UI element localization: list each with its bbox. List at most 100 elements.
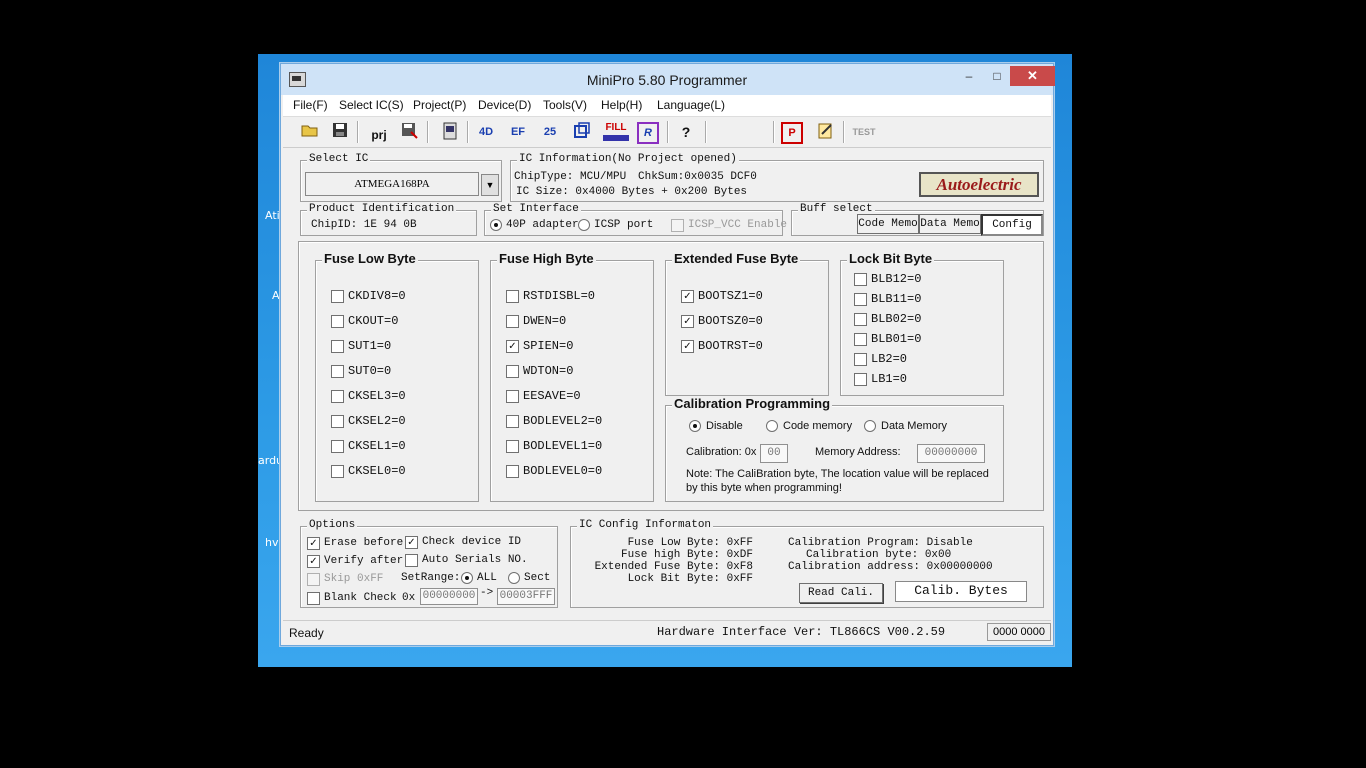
verify-icon[interactable] [571, 122, 593, 142]
config-panel: Fuse Low Byte CKDIV8=0 CKOUT=0 SUT1=0 SUT0=… [298, 241, 1044, 511]
ic-information-group: IC Information(No Project opened) ChipTy… [510, 153, 1044, 202]
calibration-value-field[interactable]: 00 [760, 444, 788, 463]
fuse-low-checkbox[interactable] [331, 340, 344, 353]
config-extended-fuse: Extended Fuse Byte: 0xF8 [594, 561, 753, 573]
read-device-icon[interactable]: 4D [475, 122, 497, 142]
fuse-high-label: RSTDISBL=0 [523, 289, 596, 303]
setrange-label: SetRange: [401, 572, 461, 584]
calib-data-memory-label: Data Memory [881, 420, 948, 432]
close-button[interactable]: ✕ [1010, 66, 1055, 86]
desktop-label: hv [265, 536, 279, 549]
fuse-high-checkbox[interactable] [506, 315, 519, 328]
ext-fuse-label: BOOTSZ1=0 [698, 289, 763, 303]
icsp-vcc-checkbox[interactable] [671, 219, 684, 232]
ic-select-box[interactable]: ATMEGA168PA [305, 172, 479, 196]
code-memo-button[interactable]: Code Memo [857, 214, 919, 234]
fuse-high-checkbox[interactable] [506, 365, 519, 378]
fuse-low-checkbox[interactable] [331, 440, 344, 453]
menu-device[interactable]: Device(D) [478, 98, 531, 112]
fuse-low-checkbox[interactable] [331, 365, 344, 378]
lock-bits-checkbox[interactable] [854, 273, 867, 286]
test-icon[interactable]: TEST [849, 122, 879, 142]
fuse-low-checkbox[interactable] [331, 315, 344, 328]
title-bar[interactable]: MiniPro 5.80 Programmer – □ ✕ [281, 64, 1055, 95]
calib-code-memory-label: Code memory [783, 420, 853, 432]
range-sect-radio[interactable] [508, 572, 520, 584]
fuse-high-checkbox[interactable] [506, 290, 519, 303]
check-device-id-checkbox[interactable]: ✓ [405, 536, 418, 549]
program-icon[interactable]: P [781, 122, 803, 144]
buff-select-group: Buff select Code Memo Data Memo Config [791, 203, 1044, 236]
lock-bits-checkbox[interactable] [854, 293, 867, 306]
save-icon[interactable] [329, 122, 351, 142]
auto-serials-checkbox[interactable] [405, 554, 418, 567]
chip-icon[interactable] [439, 122, 461, 142]
minimize-button[interactable]: – [955, 66, 983, 86]
calib-data-memory-radio[interactable] [864, 420, 876, 432]
help-icon[interactable]: ? [675, 122, 697, 142]
fill-icon[interactable]: FILL [603, 122, 629, 142]
menu-language[interactable]: Language(L) [657, 98, 725, 112]
product-identification-legend: Product Identification [307, 203, 457, 215]
erase-device-icon[interactable]: EF [507, 122, 529, 142]
range-from-field[interactable]: 00000000 [420, 588, 478, 605]
calib-disable-radio[interactable] [689, 420, 701, 432]
menu-file[interactable]: File(F) [293, 98, 328, 112]
ext-fuse-checkbox[interactable]: ✓ [681, 340, 694, 353]
edit-icon[interactable] [815, 122, 837, 142]
fuse-high-checkbox[interactable] [506, 390, 519, 403]
read-cali-button[interactable]: Read Cali. [799, 583, 883, 603]
fuse-high-checkbox[interactable] [506, 415, 519, 428]
fuse-high-checkbox[interactable] [506, 440, 519, 453]
skip-ff-checkbox[interactable] [307, 573, 320, 586]
lock-bits-checkbox[interactable] [854, 333, 867, 346]
range-to-field[interactable]: 00003FFF [497, 588, 555, 605]
toolbar-separator [705, 121, 707, 143]
fuse-low-label: SUT1=0 [348, 339, 392, 353]
lock-bits-checkbox[interactable] [854, 313, 867, 326]
fuse-low-checkbox[interactable] [331, 465, 344, 478]
desktop-label: Ati [265, 209, 280, 222]
fuse-low-checkbox[interactable] [331, 290, 344, 303]
fuse-high-checkbox[interactable]: ✓ [506, 340, 519, 353]
save-project-icon[interactable] [399, 122, 421, 142]
adapter-40p-radio[interactable] [490, 219, 502, 231]
memory-address-field[interactable]: 00000000 [917, 444, 985, 463]
data-memo-button[interactable]: Data Memo [919, 214, 981, 234]
lock-bits-label: LB2=0 [871, 352, 908, 366]
icsp-port-radio[interactable] [578, 219, 590, 231]
fuse-low-checkbox[interactable] [331, 390, 344, 403]
verify-after-checkbox[interactable]: ✓ [307, 555, 320, 568]
fuse-high-checkbox[interactable] [506, 465, 519, 478]
ext-fuse-checkbox[interactable]: ✓ [681, 290, 694, 303]
maximize-button[interactable]: □ [983, 66, 1011, 86]
config-button[interactable]: Config [981, 214, 1043, 236]
range-all-radio[interactable] [461, 572, 473, 584]
fuse-high-label: EESAVE=0 [523, 389, 581, 403]
register-icon[interactable]: R [637, 122, 659, 144]
ext-fuse-checkbox[interactable]: ✓ [681, 315, 694, 328]
lock-bits-checkbox[interactable] [854, 353, 867, 366]
config-lock-bit: Lock Bit Byte: 0xFF [627, 573, 753, 585]
open-project-icon[interactable]: prj [365, 122, 393, 142]
menu-project[interactable]: Project(P) [413, 98, 466, 112]
lock-bits-checkbox[interactable] [854, 373, 867, 386]
fuse-high-label: WDTON=0 [523, 364, 574, 378]
memory-address-label: Memory Address: [815, 446, 901, 458]
blank-check-checkbox[interactable] [307, 592, 320, 605]
calib-code-memory-radio[interactable] [766, 420, 778, 432]
fuse-high-label: BODLEVEL0=0 [523, 464, 603, 478]
lock-bits-label: LB1=0 [871, 372, 908, 386]
fuse-low-checkbox[interactable] [331, 415, 344, 428]
chevron-down-icon[interactable]: ▼ [481, 174, 499, 196]
calibration-label: Calibration: 0x [686, 446, 757, 458]
menu-select-ic[interactable]: Select IC(S) [339, 98, 404, 112]
erase-before-checkbox[interactable]: ✓ [307, 537, 320, 550]
menu-help[interactable]: Help(H) [601, 98, 642, 112]
menu-tools[interactable]: Tools(V) [543, 98, 587, 112]
open-folder-icon[interactable] [299, 122, 321, 142]
blank-check-icon[interactable]: 25 [539, 122, 561, 142]
calib-bytes-button[interactable]: Calib. Bytes [895, 581, 1027, 602]
select-ic-group: Select IC ATMEGA168PA ▼ [300, 153, 502, 202]
toolbar-separator [843, 121, 845, 143]
